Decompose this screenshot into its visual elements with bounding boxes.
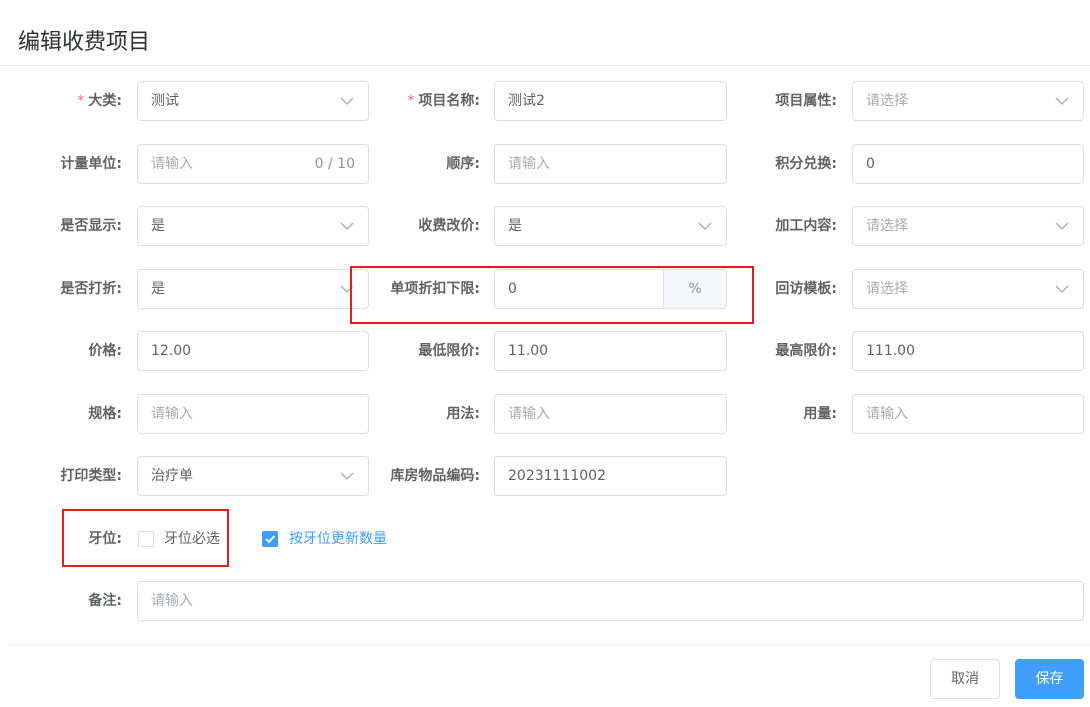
- points-input[interactable]: 0: [852, 144, 1084, 184]
- update-by-tooth-label[interactable]: 按牙位更新数量: [289, 529, 387, 549]
- cancel-button[interactable]: 取消: [930, 659, 1000, 699]
- max-price-label: 最高限价:: [775, 343, 837, 359]
- chevron-down-icon: [340, 95, 354, 107]
- chevron-down-icon: [1055, 283, 1069, 295]
- dosage-input[interactable]: 请输入: [852, 394, 1084, 434]
- chevron-down-icon: [340, 220, 354, 232]
- followup-label: 回访模板:: [775, 281, 837, 297]
- chevron-down-icon: [1055, 220, 1069, 232]
- warehouse-code-value: 20231111002: [508, 468, 606, 484]
- highlight-box-discount-floor: [350, 266, 754, 324]
- remark-placeholder: 请输入: [151, 593, 193, 609]
- category-value: 测试: [151, 93, 179, 109]
- item-name-input[interactable]: 测试2: [494, 81, 727, 121]
- item-attr-label: 项目属性:: [775, 93, 837, 109]
- print-type-value: 治疗单: [151, 468, 193, 484]
- chevron-down-icon: [1055, 95, 1069, 107]
- points-label: 积分兑换:: [775, 156, 837, 172]
- remark-input[interactable]: 请输入: [137, 581, 1084, 621]
- price-edit-select[interactable]: 是: [494, 206, 727, 246]
- required-asterisk: *: [77, 93, 85, 109]
- chevron-down-icon: [340, 470, 354, 482]
- display-label: 是否显示:: [60, 218, 122, 234]
- discount-value: 是: [151, 281, 165, 297]
- usage-placeholder: 请输入: [508, 406, 550, 422]
- warehouse-code-input[interactable]: 20231111002: [494, 456, 727, 496]
- highlight-box-tooth: [62, 509, 229, 567]
- max-price-value: 111.00: [866, 343, 915, 359]
- unit-label: 计量单位:: [60, 156, 122, 172]
- min-price-input[interactable]: 11.00: [494, 331, 727, 371]
- check-icon: [265, 535, 276, 544]
- display-select[interactable]: 是: [137, 206, 369, 246]
- followup-select[interactable]: 请选择: [852, 269, 1084, 309]
- item-name-value: 测试2: [508, 93, 545, 109]
- price-input[interactable]: 12.00: [137, 331, 369, 371]
- discount-select[interactable]: 是: [137, 269, 369, 309]
- warehouse-code-label: 库房物品编码:: [390, 468, 480, 484]
- footer-divider: [10, 644, 1090, 645]
- process-label: 加工内容:: [775, 218, 837, 234]
- spec-label: 规格:: [88, 406, 122, 422]
- price-edit-value: 是: [508, 218, 522, 234]
- chevron-down-icon: [698, 220, 712, 232]
- price-edit-label: 收费改价:: [418, 218, 480, 234]
- dosage-placeholder: 请输入: [866, 406, 908, 422]
- order-label: 顺序:: [446, 156, 480, 172]
- category-select[interactable]: 测试: [137, 81, 369, 121]
- item-attr-select[interactable]: 请选择: [852, 81, 1084, 121]
- dialog-title: 编辑收费项目: [18, 30, 151, 55]
- print-type-label: 打印类型:: [60, 468, 122, 484]
- process-select[interactable]: 请选择: [852, 206, 1084, 246]
- spec-input[interactable]: 请输入: [137, 394, 369, 434]
- save-button[interactable]: 保存: [1015, 659, 1084, 699]
- spec-placeholder: 请输入: [151, 406, 193, 422]
- item-attr-placeholder: 请选择: [866, 93, 908, 109]
- discount-label: 是否打折:: [60, 281, 122, 297]
- points-value: 0: [866, 156, 875, 172]
- followup-placeholder: 请选择: [866, 281, 908, 297]
- price-label: 价格:: [88, 343, 122, 359]
- min-price-label: 最低限价:: [418, 343, 480, 359]
- display-value: 是: [151, 218, 165, 234]
- process-placeholder: 请选择: [866, 218, 908, 234]
- min-price-value: 11.00: [508, 343, 549, 359]
- unit-placeholder: 请输入: [151, 156, 193, 172]
- price-value: 12.00: [151, 343, 192, 359]
- unit-char-counter: 0 / 10: [314, 156, 355, 172]
- usage-label: 用法:: [446, 406, 480, 422]
- category-label: * 大类:: [77, 93, 122, 109]
- item-name-label: * 项目名称:: [407, 93, 480, 109]
- order-placeholder: 请输入: [508, 156, 550, 172]
- dosage-label: 用量:: [803, 406, 837, 422]
- print-type-select[interactable]: 治疗单: [137, 456, 369, 496]
- update-by-tooth-checkbox[interactable]: [262, 531, 278, 547]
- required-asterisk: *: [407, 93, 415, 109]
- unit-input[interactable]: 请输入 0 / 10: [137, 144, 369, 184]
- usage-input[interactable]: 请输入: [494, 394, 727, 434]
- title-divider: [0, 65, 1090, 66]
- max-price-input[interactable]: 111.00: [852, 331, 1084, 371]
- order-input[interactable]: 请输入: [494, 144, 727, 184]
- remark-label: 备注:: [88, 593, 122, 609]
